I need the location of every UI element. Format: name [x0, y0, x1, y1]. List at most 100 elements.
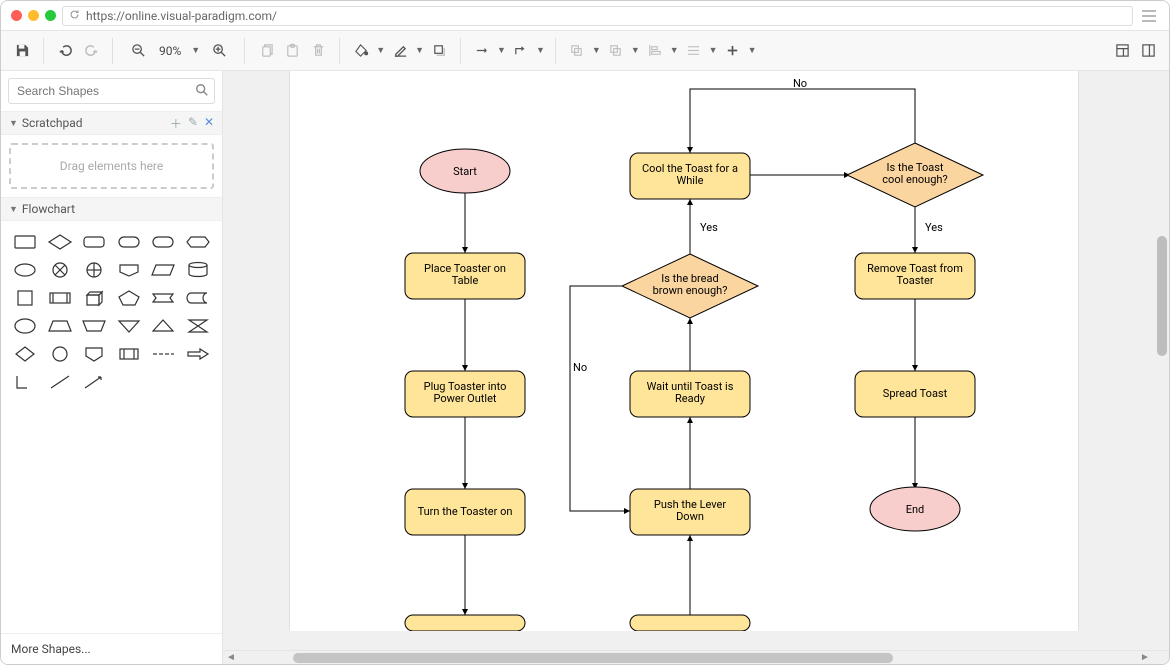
node-wait-ready[interactable]: Wait until Toast isReady [630, 371, 750, 417]
outline-panel-button[interactable] [1135, 38, 1161, 64]
shape-rounded[interactable] [80, 231, 108, 253]
shape-arrow-line[interactable] [80, 371, 108, 393]
shape-ellipse[interactable] [11, 259, 39, 281]
shape-cylinder[interactable] [184, 259, 212, 281]
vertical-scrollbar[interactable] [1155, 71, 1169, 636]
menu-icon[interactable] [1139, 6, 1159, 26]
maximize-window-button[interactable] [45, 10, 56, 21]
shape-shield[interactable] [80, 343, 108, 365]
node-push-lever[interactable]: Push the LeverDown [630, 489, 750, 535]
chevron-down-icon[interactable]: ▼ [374, 45, 387, 56]
chevron-down-icon[interactable]: ▼ [534, 45, 547, 56]
shape-stadium[interactable] [149, 231, 177, 253]
to-back-button[interactable] [603, 38, 629, 64]
shape-line[interactable] [46, 371, 74, 393]
node-cool-toast[interactable]: Cool the Toast for aWhile [630, 153, 750, 199]
zoom-dropdown-icon[interactable]: ▼ [189, 45, 202, 56]
zoom-in-button[interactable] [206, 38, 232, 64]
shape-hexagon[interactable] [184, 231, 212, 253]
shape-triangle-down[interactable] [115, 315, 143, 337]
shape-diamond2[interactable] [11, 343, 39, 365]
delete-button[interactable] [305, 38, 331, 64]
shape-display[interactable] [115, 343, 143, 365]
chevron-down-icon[interactable]: ▼ [629, 45, 642, 56]
fill-color-button[interactable] [348, 38, 374, 64]
vertical-scroll-thumb[interactable] [1157, 236, 1167, 356]
node-remove-toast[interactable]: Remove Toast fromToaster [855, 253, 975, 299]
zoom-percent-label[interactable]: 90% [155, 44, 185, 58]
flowchart-diagram[interactable]: No Yes No Yes Start Place Toaster onTa [290, 71, 1080, 631]
shape-arrow[interactable] [184, 343, 212, 365]
close-window-button[interactable] [11, 10, 22, 21]
shape-circle-plus[interactable] [80, 259, 108, 281]
waypoint-style-button[interactable] [508, 38, 534, 64]
format-panel-button[interactable] [1109, 38, 1135, 64]
shape-hourglass[interactable] [184, 315, 212, 337]
shadow-button[interactable] [426, 38, 452, 64]
shape-cube[interactable] [80, 287, 108, 309]
node-end[interactable]: End [870, 487, 960, 531]
plus-icon[interactable]: ＋ [170, 115, 182, 132]
redo-button[interactable] [78, 38, 104, 64]
paste-button[interactable] [279, 38, 305, 64]
close-icon[interactable]: ✕ [204, 115, 214, 132]
undo-button[interactable] [52, 38, 78, 64]
shape-pentagon[interactable] [115, 287, 143, 309]
shape-subprocess[interactable] [46, 287, 74, 309]
shape-lens[interactable] [11, 315, 39, 337]
node-partial-mid[interactable] [630, 615, 750, 631]
edge-label-no-top[interactable]: No [793, 77, 807, 90]
shape-parallelogram[interactable] [149, 259, 177, 281]
chevron-down-icon[interactable]: ▼ [707, 45, 720, 56]
shape-triangle-up[interactable] [149, 315, 177, 337]
node-toast-cool[interactable]: Is the Toastcool enough? [847, 143, 983, 207]
edge-label-no-left[interactable]: No [573, 361, 587, 374]
node-partial-left[interactable] [405, 615, 525, 631]
save-button[interactable] [9, 38, 35, 64]
node-bread-brown[interactable]: Is the breadbrown enough? [622, 254, 758, 318]
flowchart-section-header[interactable]: ▼ Flowchart [1, 197, 222, 221]
refresh-icon[interactable] [69, 9, 80, 23]
drawing-page[interactable]: No Yes No Yes Start Place Toaster onTa [289, 71, 1079, 631]
minimize-window-button[interactable] [28, 10, 39, 21]
shape-offpage[interactable] [115, 259, 143, 281]
search-icon[interactable] [195, 83, 209, 100]
chevron-down-icon[interactable]: ▼ [495, 45, 508, 56]
scratchpad-drop-area[interactable]: Drag elements here [9, 143, 214, 189]
chevron-down-icon[interactable]: ▼ [746, 45, 759, 56]
shape-dash[interactable] [149, 343, 177, 365]
shape-trapezoid[interactable] [46, 315, 74, 337]
line-color-button[interactable] [387, 38, 413, 64]
shape-storage[interactable] [184, 287, 212, 309]
pencil-icon[interactable]: ✎ [188, 115, 198, 132]
insert-button[interactable] [720, 38, 746, 64]
distribute-button[interactable] [681, 38, 707, 64]
edge-label-yes-right[interactable]: Yes [925, 221, 943, 234]
shape-trapezoid2[interactable] [80, 315, 108, 337]
align-button[interactable] [642, 38, 668, 64]
edge-label-yes-left[interactable]: Yes [700, 221, 718, 234]
scroll-right-icon[interactable]: ► [1139, 652, 1151, 663]
scroll-left-icon[interactable]: ◄ [225, 652, 237, 663]
shape-circle[interactable] [46, 343, 74, 365]
shape-diamond[interactable] [46, 231, 74, 253]
shape-pill[interactable] [115, 231, 143, 253]
horizontal-scrollbar[interactable]: ◄ ► [223, 650, 1169, 664]
node-start[interactable]: Start [420, 149, 510, 193]
shape-square[interactable] [11, 287, 39, 309]
canvas-viewport[interactable]: No Yes No Yes Start Place Toaster onTa [223, 71, 1169, 650]
chevron-down-icon[interactable]: ▼ [590, 45, 603, 56]
more-shapes-link[interactable]: More Shapes... [1, 633, 222, 664]
horizontal-scroll-thumb[interactable] [293, 653, 893, 663]
chevron-down-icon[interactable]: ▼ [413, 45, 426, 56]
node-spread-toast[interactable]: Spread Toast [855, 371, 975, 417]
address-bar[interactable]: https://online.visual-paradigm.com/ [62, 6, 1133, 26]
to-front-button[interactable] [564, 38, 590, 64]
zoom-out-button[interactable] [125, 38, 151, 64]
connector-style-button[interactable] [469, 38, 495, 64]
node-plug-toaster[interactable]: Plug Toaster intoPower Outlet [405, 371, 525, 417]
search-input[interactable] [8, 78, 215, 104]
shape-rectangle[interactable] [11, 231, 39, 253]
scratchpad-header[interactable]: ▼ Scratchpad ＋ ✎ ✕ [1, 111, 222, 135]
chevron-down-icon[interactable]: ▼ [668, 45, 681, 56]
